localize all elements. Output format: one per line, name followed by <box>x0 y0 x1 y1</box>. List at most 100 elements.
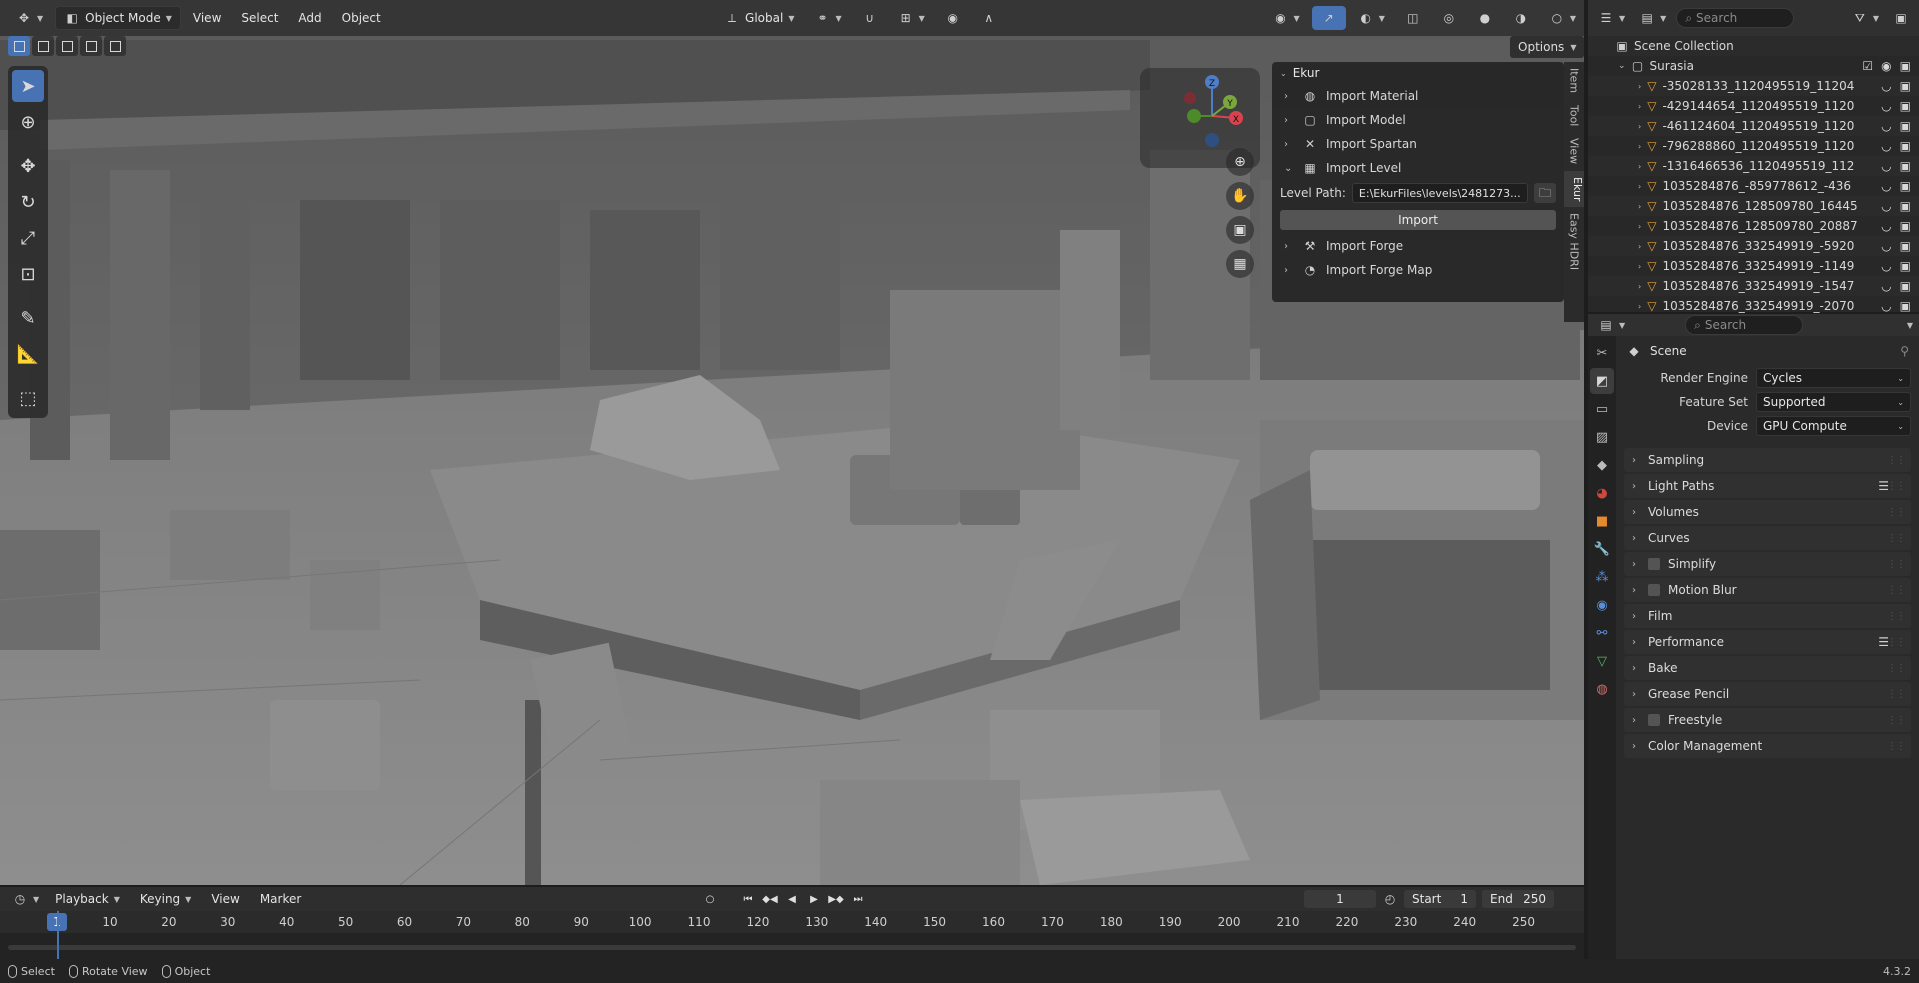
import-forge-row[interactable]: › ⚒ Import Forge <box>1272 234 1564 258</box>
section-performance[interactable]: › Performance ☰ ⋮⋮ <box>1624 630 1911 654</box>
tab-physics[interactable]: ◉ <box>1590 592 1614 618</box>
play-button[interactable]: ▶ <box>804 889 824 909</box>
properties-editor-type[interactable]: ▤ ▼ <box>1594 315 1629 335</box>
render-engine-dropdown[interactable]: Cycles ⌄ <box>1756 368 1911 388</box>
section-sampling[interactable]: › Sampling ⋮⋮ <box>1624 448 1911 472</box>
drag-grip-icon[interactable]: ⋮⋮ <box>1887 715 1906 726</box>
motion-blur-checkbox[interactable] <box>1648 584 1660 596</box>
drag-grip-icon[interactable]: ⋮⋮ <box>1887 585 1906 596</box>
camera-icon[interactable]: ▣ <box>1900 199 1911 213</box>
outliner-object-row[interactable]: › ▽ -461124604_1120495519_1120 ◡ ▣ <box>1588 116 1919 136</box>
tab-tool[interactable]: Tool <box>1568 99 1581 132</box>
import-button[interactable]: Import <box>1280 210 1556 230</box>
camera-icon[interactable]: ▣ <box>1900 279 1911 293</box>
select-subtract-button[interactable] <box>56 36 78 56</box>
tab-render[interactable]: ◩ <box>1590 368 1614 394</box>
snap-toggle[interactable]: ∪ <box>854 6 886 30</box>
tab-particles[interactable]: ⁂ <box>1590 564 1614 590</box>
xray-toggle[interactable]: ◫ <box>1397 6 1429 30</box>
tab-easy-hdri[interactable]: Easy HDRI <box>1568 207 1581 276</box>
next-keyframe-button[interactable]: ▶◆ <box>826 889 846 909</box>
menu-marker[interactable]: Marker <box>252 889 309 909</box>
eye-icon[interactable]: ◡ <box>1881 99 1891 113</box>
menu-keying[interactable]: Keying ▼ <box>132 889 199 909</box>
section-color-management[interactable]: › Color Management ⋮⋮ <box>1624 734 1911 758</box>
pin-icon[interactable]: ⚲ <box>1900 344 1909 358</box>
timeline-scrollbar[interactable] <box>8 945 1576 950</box>
editor-type-button[interactable]: ✥ ▼ <box>8 6 51 30</box>
camera-icon[interactable]: ▣ <box>1900 99 1911 113</box>
menu-object[interactable]: Object <box>334 6 389 30</box>
eye-icon[interactable]: ◡ <box>1881 259 1891 273</box>
tool-annotate[interactable]: ✎ <box>12 302 44 334</box>
prev-keyframe-button[interactable]: ◆◀ <box>760 889 780 909</box>
current-frame-field[interactable]: 1 <box>1304 890 1376 908</box>
tool-move[interactable]: ✥ <box>12 150 44 182</box>
menu-add[interactable]: Add <box>290 6 329 30</box>
eye-icon[interactable]: ◡ <box>1881 299 1891 313</box>
collection-row[interactable]: ⌄ ▢ Surasia ☑ ◉ ▣ <box>1588 56 1919 76</box>
drag-grip-icon[interactable]: ⋮⋮ <box>1887 533 1906 544</box>
outliner-object-row[interactable]: › ▽ 1035284876_128509780_20887 ◡ ▣ <box>1588 216 1919 236</box>
properties-search[interactable]: ⌕ Search <box>1685 315 1804 335</box>
zoom-button[interactable]: ⊕ <box>1226 148 1254 176</box>
drag-grip-icon[interactable]: ⋮⋮ <box>1887 507 1906 518</box>
shading-wireframe[interactable]: ◎ <box>1433 6 1465 30</box>
tab-object[interactable]: ■ <box>1590 508 1614 534</box>
eye-icon[interactable]: ◡ <box>1881 219 1891 233</box>
eye-icon[interactable]: ◡ <box>1881 199 1891 213</box>
import-model-row[interactable]: › ▢ Import Model <box>1272 108 1564 132</box>
timeline-track[interactable] <box>0 933 1584 959</box>
drag-grip-icon[interactable]: ⋮⋮ <box>1887 637 1906 648</box>
timeline-editor-type[interactable]: ◷ ▼ <box>8 889 43 909</box>
shading-solid[interactable]: ● <box>1469 6 1501 30</box>
camera-icon[interactable]: ▣ <box>1900 159 1911 173</box>
mode-dropdown[interactable]: ◧ Object Mode ▼ <box>55 6 181 30</box>
new-collection-button[interactable]: ▣ <box>1889 6 1913 30</box>
start-frame-field[interactable]: Start 1 <box>1404 890 1476 908</box>
scene-collection-row[interactable]: ▣ Scene Collection <box>1588 36 1919 56</box>
stopwatch-icon[interactable]: ◴ <box>1382 891 1398 907</box>
section-grease-pencil[interactable]: › Grease Pencil ⋮⋮ <box>1624 682 1911 706</box>
camera-icon[interactable]: ▣ <box>1900 79 1911 93</box>
camera-icon[interactable]: ▣ <box>1900 239 1911 253</box>
eye-icon[interactable]: ◡ <box>1881 279 1891 293</box>
menu-playback[interactable]: Playback ▼ <box>47 889 128 909</box>
tab-tool-settings[interactable]: ✂ <box>1590 340 1614 366</box>
proportional-edit-toggle[interactable]: ◉ <box>937 6 969 30</box>
camera-icon[interactable]: ▣ <box>1900 219 1911 233</box>
simplify-checkbox[interactable] <box>1648 558 1660 570</box>
import-level-row[interactable]: ⌄ ▦ Import Level <box>1272 156 1564 180</box>
camera-icon[interactable]: ▣ <box>1900 139 1911 153</box>
section-bake[interactable]: › Bake ⋮⋮ <box>1624 656 1911 680</box>
camera-icon[interactable]: ▣ <box>1900 179 1911 193</box>
outliner-editor-type[interactable]: ☰ ▼ <box>1594 6 1629 30</box>
tab-item[interactable]: Item <box>1568 62 1581 99</box>
camera-icon[interactable]: ▣ <box>1900 259 1911 273</box>
outliner-object-row[interactable]: › ▽ -35028133_1120495519_11204 ◡ ▣ <box>1588 76 1919 96</box>
falloff-dropdown[interactable]: ∧ <box>973 6 1005 30</box>
drag-grip-icon[interactable]: ⋮⋮ <box>1887 689 1906 700</box>
drag-grip-icon[interactable]: ⋮⋮ <box>1887 481 1906 492</box>
tab-view[interactable]: View <box>1568 132 1581 170</box>
section-curves[interactable]: › Curves ⋮⋮ <box>1624 526 1911 550</box>
section-film[interactable]: › Film ⋮⋮ <box>1624 604 1911 628</box>
gizmo-neg-x-axis[interactable] <box>1184 92 1196 104</box>
gizmo-toggle[interactable]: ↗ <box>1311 6 1346 30</box>
tab-scene[interactable]: ◆ <box>1590 452 1614 478</box>
camera-icon[interactable]: ▣ <box>1900 59 1911 73</box>
device-dropdown[interactable]: GPU Compute ⌄ <box>1756 416 1911 436</box>
gizmo-neg-y-axis[interactable] <box>1187 109 1201 123</box>
pan-button[interactable]: ✋ <box>1226 182 1254 210</box>
snap-target-dropdown[interactable]: ⊞ ▼ <box>890 6 933 30</box>
import-spartan-row[interactable]: › ✕ Import Spartan <box>1272 132 1564 156</box>
tab-modifiers[interactable]: 🔧 <box>1590 536 1614 562</box>
outliner-object-row[interactable]: › ▽ 1035284876_128509780_16445 ◡ ▣ <box>1588 196 1919 216</box>
camera-icon[interactable]: ▣ <box>1900 299 1911 313</box>
options-dropdown[interactable]: Options ▼ <box>1510 36 1584 58</box>
section-volumes[interactable]: › Volumes ⋮⋮ <box>1624 500 1911 524</box>
menu-view[interactable]: View <box>185 6 229 30</box>
outliner-object-row[interactable]: › ▽ 1035284876_-859778612_-436 ◡ ▣ <box>1588 176 1919 196</box>
eye-icon[interactable]: ◡ <box>1881 179 1891 193</box>
auto-keying-toggle[interactable]: ○ <box>700 889 720 909</box>
